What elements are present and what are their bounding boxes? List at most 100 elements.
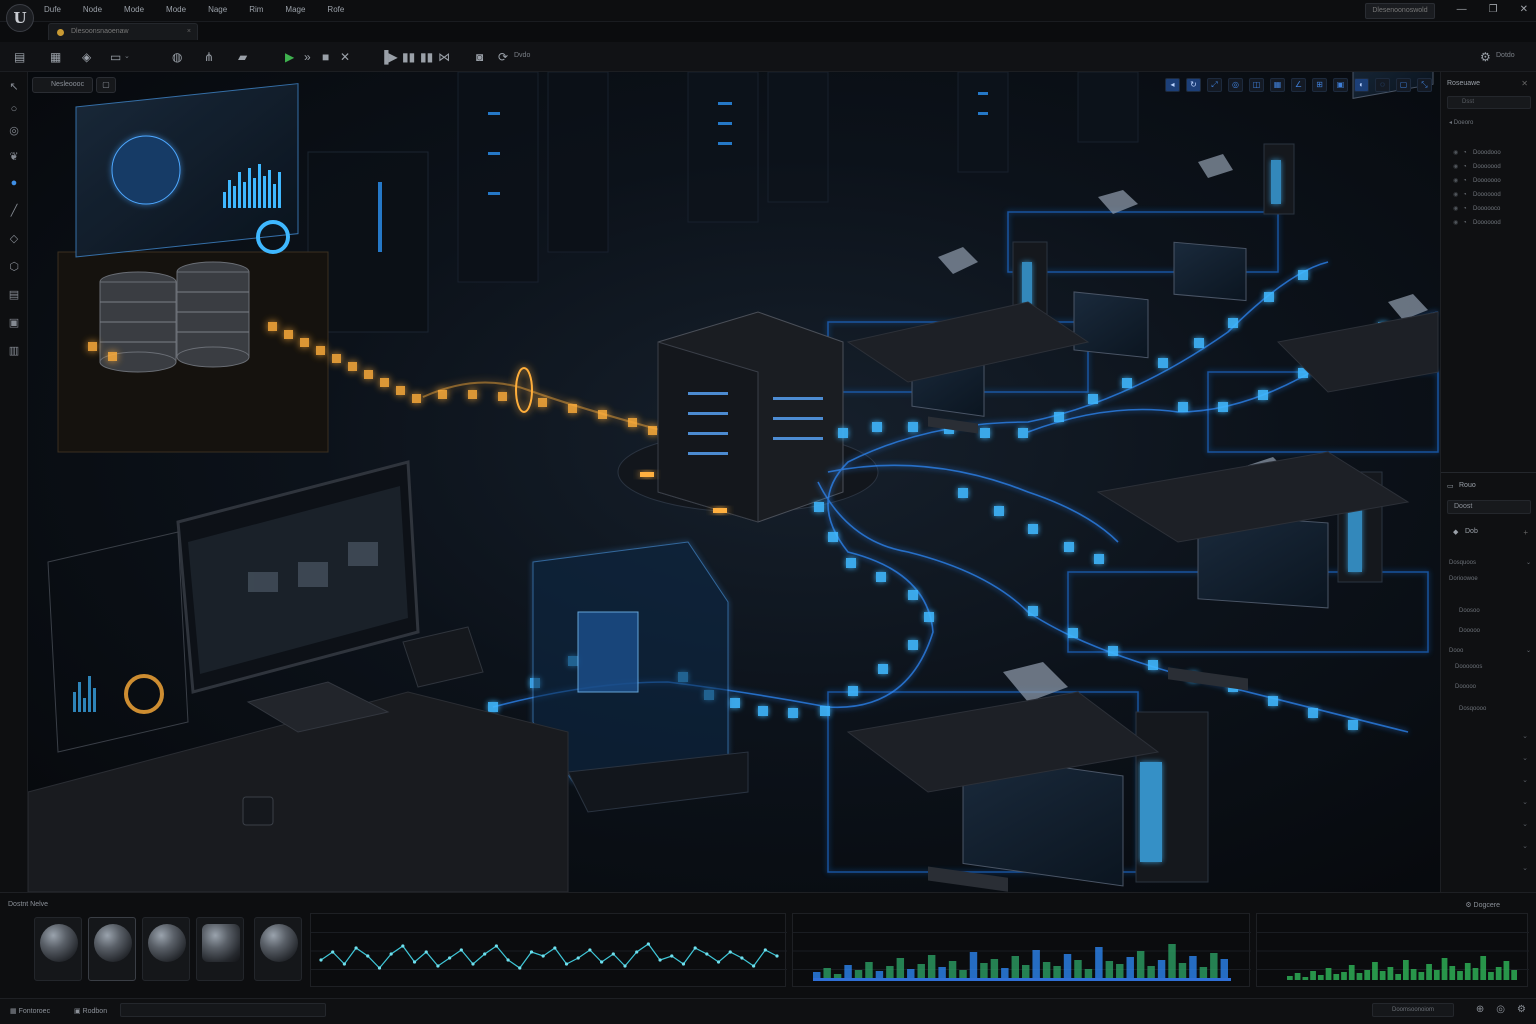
project-button[interactable]: Dlesenoonoswold bbox=[1365, 3, 1435, 19]
outliner-item[interactable]: ◉ ◔ Dooooood bbox=[1453, 218, 1501, 228]
output-log-button[interactable]: ▣ Rodbon bbox=[74, 1007, 107, 1015]
show-flags-icon[interactable]: ◌ bbox=[1375, 78, 1390, 92]
details-object-name[interactable]: Doost bbox=[1447, 500, 1531, 514]
platform-icon[interactable]: ▭ bbox=[110, 50, 121, 64]
blueprint-icon[interactable]: ◍ bbox=[172, 50, 182, 64]
mesh-paint-icon[interactable]: ● bbox=[7, 176, 21, 190]
outliner-item[interactable]: ◉ ◔ Dooooood bbox=[1453, 190, 1501, 200]
menu-item-build[interactable]: Nage bbox=[208, 5, 227, 14]
outliner-item[interactable]: ◉ ◔ Dooooooo bbox=[1453, 176, 1501, 186]
layout-icon[interactable]: ▢ bbox=[1396, 78, 1411, 92]
animation-icon[interactable]: ▥ bbox=[7, 344, 21, 358]
maximize-icon[interactable]: ❐ bbox=[1489, 4, 1498, 15]
notify-icon[interactable]: ⊕ bbox=[1476, 1004, 1484, 1015]
step-icon[interactable]: ⋈ bbox=[438, 50, 450, 64]
minimize-icon[interactable]: — bbox=[1457, 4, 1467, 15]
dropdown-icon[interactable]: ⌄ bbox=[1526, 646, 1531, 657]
lit-mode-icon[interactable]: ◐ bbox=[1354, 78, 1369, 92]
rotate-tool-icon[interactable]: ↻ bbox=[1186, 78, 1201, 92]
menu-item-edit[interactable]: Node bbox=[83, 5, 102, 14]
asset-thumbnail[interactable] bbox=[88, 917, 136, 981]
source-control-button[interactable]: Doomsoonoiom bbox=[1372, 1003, 1454, 1017]
menu-item-file[interactable]: Dufe bbox=[44, 5, 61, 14]
layers-icon[interactable]: ▤ bbox=[7, 288, 21, 302]
fracture-icon[interactable]: ◇ bbox=[7, 232, 21, 246]
settings-icon[interactable]: ⚙ bbox=[1480, 50, 1491, 64]
outliner-search-input[interactable]: Dsst bbox=[1447, 96, 1531, 109]
translate-tool-icon[interactable]: ◂ bbox=[1165, 78, 1180, 92]
maximize-viewport-icon[interactable]: ⤡ bbox=[1417, 78, 1432, 92]
details-section[interactable]: Dob bbox=[1465, 528, 1478, 535]
details-row[interactable]: Dooooo bbox=[1455, 682, 1536, 693]
grid-snap-icon[interactable]: ▦ bbox=[1270, 78, 1285, 92]
platform-caret-icon[interactable]: ⌄ bbox=[124, 52, 130, 60]
console-command-input[interactable] bbox=[120, 1003, 326, 1017]
folder-icon[interactable]: ▦ bbox=[50, 50, 61, 64]
asset-thumbnail[interactable] bbox=[34, 917, 82, 981]
pause2-icon[interactable]: ▮▮ bbox=[420, 50, 433, 64]
cinematic-icon[interactable]: ▰ bbox=[238, 50, 247, 64]
landscape-icon[interactable]: ◎ bbox=[7, 124, 21, 138]
build-icon[interactable]: ⟳ bbox=[498, 50, 508, 64]
build-label[interactable]: Dvdo bbox=[514, 52, 530, 59]
details-row[interactable]: Dorioowoe bbox=[1449, 574, 1533, 585]
skip-icon[interactable]: » bbox=[304, 50, 311, 64]
settings-label[interactable]: Dotdo bbox=[1496, 52, 1515, 59]
details-row[interactable]: Doooooos bbox=[1455, 662, 1536, 673]
settings-icon[interactable]: ⚙ bbox=[1517, 1004, 1526, 1015]
details-row[interactable]: Dosquoos ⌄ bbox=[1449, 558, 1533, 569]
output-log-title[interactable]: ⚙ Dogcere bbox=[1465, 901, 1500, 909]
eject-icon[interactable]: ✕ bbox=[340, 50, 350, 64]
place-icon[interactable]: ○ bbox=[7, 102, 21, 116]
outliner-item[interactable]: ◉ ◔ Doooooco bbox=[1453, 204, 1500, 214]
asset-thumbnail[interactable] bbox=[254, 917, 302, 981]
outliner-item[interactable]: ◉ ◔ Dooooood bbox=[1453, 162, 1501, 172]
details-row[interactable]: Dooooo bbox=[1459, 626, 1536, 637]
details-row[interactable]: Dooo ⌄ bbox=[1449, 646, 1533, 657]
viewport-mode-chip[interactable]: Nesleoooc bbox=[32, 77, 94, 93]
frame-icon[interactable]: ▐▶ bbox=[380, 50, 398, 64]
mode-icon[interactable]: ◈ bbox=[82, 50, 91, 64]
save-icon[interactable]: ▤ bbox=[14, 50, 25, 64]
outliner-root[interactable]: ◂ Doeoro bbox=[1449, 118, 1473, 128]
outliner-close-icon[interactable]: ✕ bbox=[1521, 79, 1528, 88]
menu-item-select[interactable]: Rim bbox=[249, 5, 263, 14]
content-browser-title[interactable]: Dostnt Nelve bbox=[8, 901, 48, 908]
close-tab-icon[interactable]: × bbox=[187, 24, 191, 40]
engine-logo-icon[interactable]: U bbox=[6, 4, 34, 32]
level-viewport[interactable]: Nesleoooc ▢ ◂ ↻ ⤢ ◎ ◫ ▦ ∠ ⊞ ▣ ◐ ◌ ▢ ⤡ bbox=[28, 72, 1440, 892]
camera-speed-icon[interactable]: ▣ bbox=[1333, 78, 1348, 92]
menu-item-help[interactable]: Rofe bbox=[327, 5, 344, 14]
select-icon[interactable]: ↖ bbox=[7, 80, 21, 94]
menu-item-tools[interactable]: Mode bbox=[166, 5, 186, 14]
asset-thumbnail[interactable] bbox=[196, 917, 244, 981]
add-component-icon[interactable]: + bbox=[1523, 528, 1528, 537]
menu-item-actor[interactable]: Mage bbox=[285, 5, 305, 14]
brush-icon[interactable]: ╱ bbox=[7, 204, 21, 218]
viewport-perspective-button[interactable]: ▢ bbox=[96, 77, 116, 93]
scale-snap-icon[interactable]: ⊞ bbox=[1312, 78, 1327, 92]
source-icon[interactable]: ◎ bbox=[1496, 1004, 1505, 1015]
play-icon[interactable]: ▶ bbox=[285, 50, 294, 64]
outliner-item[interactable]: ◉ ◔ Dooodooo bbox=[1453, 148, 1501, 158]
modeling-icon[interactable]: ⬡ bbox=[7, 260, 21, 274]
surface-snap-icon[interactable]: ◫ bbox=[1249, 78, 1264, 92]
asset-thumbnail[interactable] bbox=[142, 917, 190, 981]
details-row[interactable]: Doosoo bbox=[1459, 606, 1536, 617]
rotation-snap-icon[interactable]: ∠ bbox=[1291, 78, 1306, 92]
stop-icon[interactable]: ■ bbox=[322, 50, 329, 64]
close-icon[interactable]: ✕ bbox=[1520, 4, 1528, 15]
texture-icon[interactable]: ▣ bbox=[7, 316, 21, 330]
scale-tool-icon[interactable]: ⤢ bbox=[1207, 78, 1222, 92]
dropdown-icon[interactable]: ⌄ bbox=[1526, 558, 1531, 569]
world-space-icon[interactable]: ◎ bbox=[1228, 78, 1243, 92]
pause-icon[interactable]: ▮▮ bbox=[402, 50, 415, 64]
record-icon[interactable]: ◙ bbox=[476, 50, 483, 64]
details-row[interactable]: Dosqoooo bbox=[1459, 704, 1536, 715]
foliage-icon[interactable]: ❦ bbox=[7, 150, 21, 164]
details-tab[interactable]: Rouo bbox=[1459, 482, 1476, 489]
content-drawer-button[interactable]: ▦ Fontoroec bbox=[10, 1007, 50, 1015]
graph-icon[interactable]: ⋔ bbox=[204, 50, 214, 64]
level-tab[interactable]: Dlesoonsnaoenaw × bbox=[48, 23, 198, 40]
menu-item-window[interactable]: Mode bbox=[124, 5, 144, 14]
